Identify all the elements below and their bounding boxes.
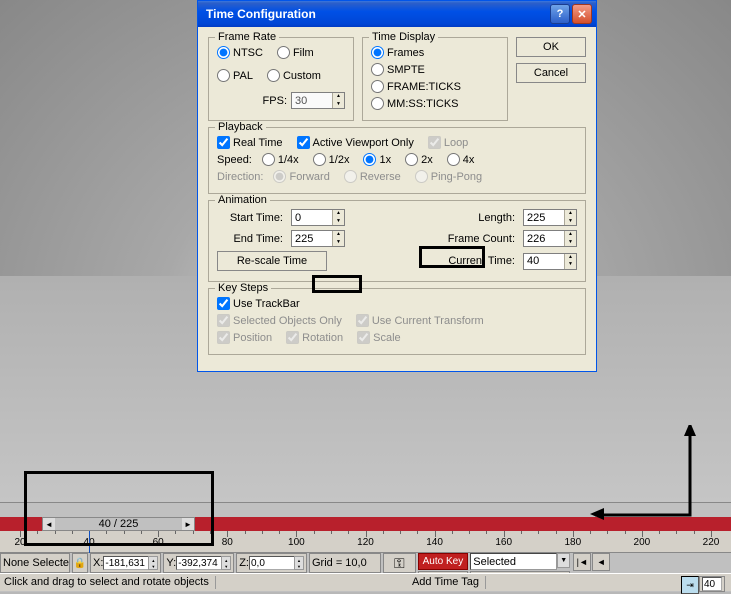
lock-icon[interactable]: 🔒 [72,553,88,573]
status-row: None Selecte 🔒 X:▲▼ Y:▲▼ Z:▲▼ Grid = 10,… [0,553,731,573]
frame-rate-legend: Frame Rate [215,31,279,43]
prev-frame-icon[interactable]: ◄ [592,553,610,571]
radio-speed-2[interactable]: 2x [405,153,433,166]
dialog-titlebar[interactable]: Time Configuration ? ✕ [198,1,596,27]
key-mode-icon[interactable]: ⇥ [681,576,699,594]
grid-status: Grid = 10,0 [309,553,381,573]
direction-label: Direction: [217,171,263,183]
speed-label: Speed: [217,154,252,166]
slider-frame-label: 40 / 225 [55,518,182,530]
frame-count-label: Frame Count: [448,233,515,245]
check-active-viewport[interactable]: Active Viewport Only [297,136,414,149]
end-time-spinner[interactable]: ▲▼ [291,230,345,247]
check-use-current: Use Current Transform [356,314,484,327]
coord-x-field[interactable]: X:▲▼ [90,553,161,573]
radio-forward: Forward [273,170,329,183]
radio-pingpong: Ping-Pong [415,170,482,183]
check-use-trackbar[interactable]: Use TrackBar [217,297,300,310]
cancel-button[interactable]: Cancel [516,63,586,83]
rescale-time-button[interactable]: Re-scale Time [217,251,327,271]
coord-y-field[interactable]: Y:▲▼ [163,553,234,573]
key-icon[interactable]: ⚿ [383,553,416,573]
ruler-tick-label: 60 [153,537,164,548]
frame-rate-group: Frame Rate NTSC Film PAL Custom FPS: [208,37,354,121]
radio-speed-14[interactable]: 1/4x [262,153,299,166]
hint-bar: Click and drag to select and rotate obje… [0,573,731,591]
length-label: Length: [478,212,515,224]
check-rotation: Rotation [286,331,343,344]
current-frame-input[interactable] [702,577,722,591]
key-target-select[interactable]: Selected [470,553,557,570]
current-frame-indicator[interactable] [89,531,90,553]
ruler-tick-label: 120 [357,537,374,548]
dialog-title: Time Configuration [206,7,548,21]
chevron-down-icon[interactable]: ▼ [557,553,570,568]
check-scale: Scale [357,331,401,344]
hint-text: Click and drag to select and rotate obje… [4,576,216,589]
radio-film[interactable]: Film [277,46,314,59]
slider-next-icon[interactable]: ► [182,518,194,530]
start-time-spinner[interactable]: ▲▼ [291,209,345,226]
frame-count-spinner[interactable]: ▲▼ [523,230,577,247]
ruler-tick-label: 100 [288,537,305,548]
radio-ntsc[interactable]: NTSC [217,46,263,59]
selection-status: None Selecte [0,553,70,573]
playback-group: Playback Real Time Active Viewport Only … [208,127,586,194]
key-steps-legend: Key Steps [215,282,271,294]
timeline-panel: ◄ 40 / 225 ► 204060801001201401601802002… [0,502,731,592]
animation-group: Animation Start Time: ▲▼ Length: ▲▼ End … [208,200,586,282]
ruler-tick-label: 200 [634,537,651,548]
radio-reverse: Reverse [344,170,401,183]
auto-key-button[interactable]: Auto Key [418,553,469,570]
ruler-tick-label: 80 [222,537,233,548]
time-display-legend: Time Display [369,31,438,43]
fps-label: FPS: [263,95,287,107]
key-steps-group: Key Steps Use TrackBar Selected Objects … [208,288,586,355]
radio-smpte[interactable]: SMPTE [371,63,425,76]
time-display-group: Time Display Frames SMPTE FRAME:TICKS MM… [362,37,508,121]
close-button[interactable]: ✕ [572,4,592,24]
radio-custom[interactable]: Custom [267,69,321,82]
current-time-spinner[interactable]: ▲▼ [523,253,577,270]
length-spinner[interactable]: ▲▼ [523,209,577,226]
radio-speed-1[interactable]: 1x [363,153,391,166]
start-time-label: Start Time: [217,212,283,224]
frame-ruler[interactable]: 20406080100120140160180200220 [0,531,731,553]
help-button[interactable]: ? [550,4,570,24]
animation-legend: Animation [215,194,270,206]
ruler-tick-label: 140 [426,537,443,548]
check-loop: Loop [428,136,468,149]
time-config-dialog: Time Configuration ? ✕ Frame Rate NTSC F… [197,0,597,372]
radio-pal[interactable]: PAL [217,69,253,82]
add-time-tag[interactable]: Add Time Tag [412,576,486,589]
playback-legend: Playback [215,121,266,133]
ruler-tick-label: 20 [14,537,25,548]
ok-button[interactable]: OK [516,37,586,57]
radio-speed-4[interactable]: 4x [447,153,475,166]
ruler-tick-label: 220 [703,537,720,548]
check-realtime[interactable]: Real Time [217,136,283,149]
check-selected-only: Selected Objects Only [217,314,342,327]
radio-frames[interactable]: Frames [371,46,424,59]
slider-prev-icon[interactable]: ◄ [43,518,55,530]
current-time-label: Current Time: [448,255,515,267]
radio-speed-12[interactable]: 1/2x [313,153,350,166]
check-position: Position [217,331,272,344]
goto-start-icon[interactable]: |◄ [573,553,591,571]
ruler-tick-label: 160 [495,537,512,548]
end-time-label: End Time: [217,233,283,245]
ruler-tick-label: 180 [564,537,581,548]
coord-z-field[interactable]: Z:▲▼ [236,553,307,573]
radio-mmss[interactable]: MM:SS:TICKS [371,97,459,110]
fps-spinner[interactable]: ▲▼ [291,92,345,109]
time-slider[interactable]: ◄ 40 / 225 ► [42,517,195,531]
radio-frameticks[interactable]: FRAME:TICKS [371,80,461,93]
